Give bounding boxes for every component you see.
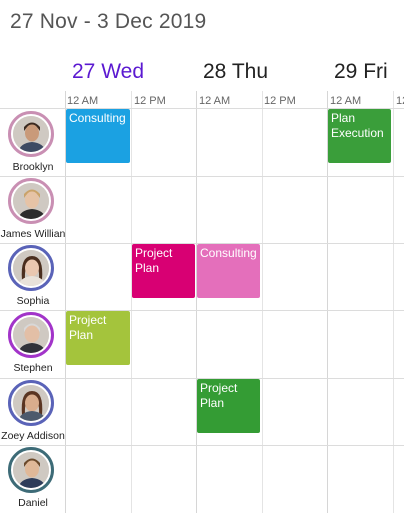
resource-brooklyn[interactable]: Brooklyn <box>0 109 66 176</box>
person-icon <box>13 452 49 488</box>
appointment-project-plan[interactable]: Project Plan <box>132 244 195 298</box>
time-label: 12 AM <box>199 95 231 107</box>
appointment-project-plan[interactable]: Project Plan <box>66 311 130 365</box>
appointment-consulting[interactable]: Consulting <box>197 244 260 298</box>
time-label: 12 PM <box>264 95 296 107</box>
day-header-fri[interactable]: 29 Fri <box>334 60 388 84</box>
resource-stephen[interactable]: Stephen <box>0 310 66 377</box>
resource-name: James Willian <box>0 228 66 240</box>
appointment-project-plan[interactable]: Project Plan <box>197 379 260 433</box>
resource-name: Daniel <box>18 497 48 509</box>
time-label: 12 AM <box>67 95 99 107</box>
avatar <box>8 380 54 426</box>
time-label: 12 PM <box>134 95 166 107</box>
avatar <box>8 178 54 224</box>
time-axis: 12 AM 12 PM 12 AM 12 PM 12 AM 12 <box>0 95 404 109</box>
avatar <box>8 111 54 157</box>
grid-divider <box>393 91 394 513</box>
appointment-plan-execution[interactable]: Plan Execution <box>328 109 391 163</box>
resource-daniel[interactable]: Daniel <box>0 445 66 512</box>
resource-james-willian[interactable]: James Willian <box>0 176 66 243</box>
time-label: 12 <box>396 95 404 107</box>
grid-divider <box>131 91 132 513</box>
person-icon <box>13 317 49 353</box>
resource-name: Zoey Addison <box>1 430 65 442</box>
appointment-consulting[interactable]: Consulting <box>66 109 130 163</box>
schedule-grid[interactable]: Consulting Plan Execution Project Plan C… <box>0 91 404 513</box>
date-range-title[interactable]: 27 Nov - 3 Dec 2019 <box>10 10 206 34</box>
day-header-wed[interactable]: 27 Wed <box>72 60 144 84</box>
resource-name: Stephen <box>13 362 53 374</box>
grid-divider <box>196 91 197 513</box>
avatar <box>8 245 54 291</box>
day-header-thu[interactable]: 28 Thu <box>203 60 268 84</box>
time-label: 12 AM <box>330 95 362 107</box>
avatar <box>8 447 54 493</box>
grid-divider <box>262 91 263 513</box>
person-icon <box>13 250 49 286</box>
resource-name: Brooklyn <box>12 161 54 173</box>
person-icon <box>13 116 49 152</box>
resource-zoey-addison[interactable]: Zoey Addison <box>0 378 66 445</box>
resource-name: Sophia <box>16 295 50 307</box>
person-icon <box>13 183 49 219</box>
avatar <box>8 312 54 358</box>
resource-sophia[interactable]: Sophia <box>0 243 66 310</box>
person-icon <box>13 385 49 421</box>
